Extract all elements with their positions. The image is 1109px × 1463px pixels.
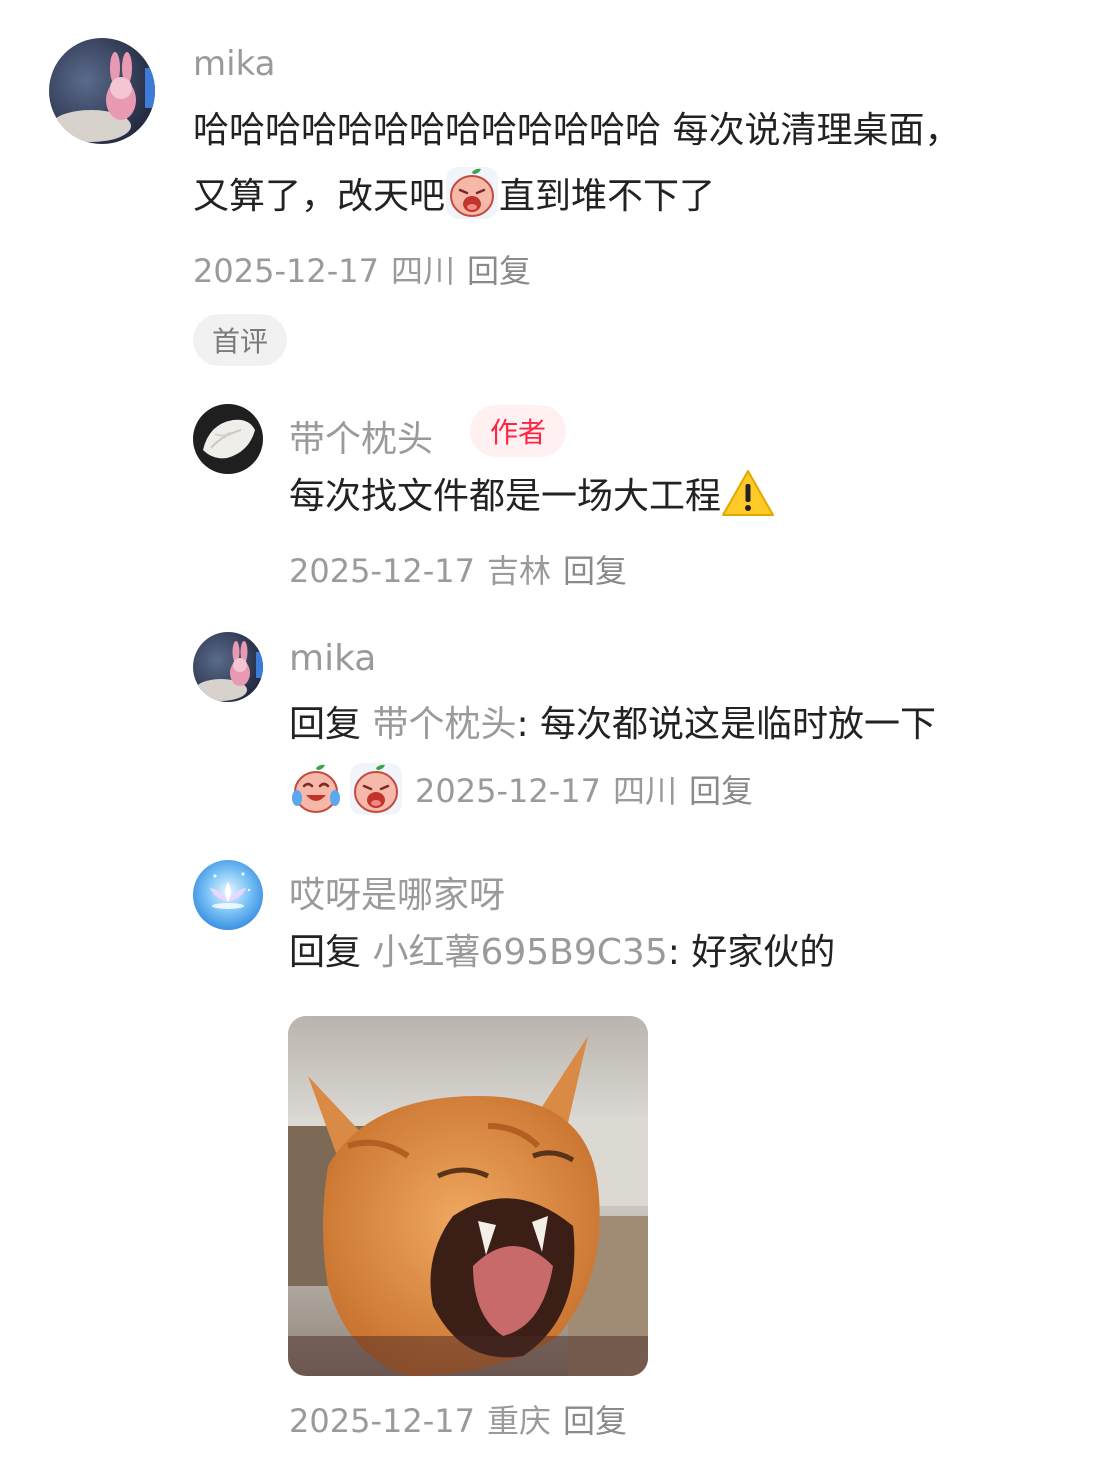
reply-date: 2025-12-17 <box>415 772 601 810</box>
reply-button[interactable]: 回复 <box>467 252 531 290</box>
avatar[interactable] <box>193 860 263 930</box>
author-tag: 作者 <box>470 405 566 457</box>
avatar[interactable] <box>193 632 263 702</box>
reply-meta: 2025-12-17 吉林 回复 <box>289 546 627 592</box>
reply-meta: 2025-12-17 四川 回复 <box>289 762 753 816</box>
reply-button[interactable]: 回复 <box>563 552 627 590</box>
reply-to-username[interactable]: 小红薯695B9C35 <box>372 932 667 973</box>
laughing-tears-peach-emoji-icon <box>289 762 343 816</box>
reply-text-body: 每次找文件都是一场大工程 <box>289 476 722 517</box>
comment-text-part: 直到堆不下了 <box>499 176 716 217</box>
reply-button[interactable]: 回复 <box>689 772 753 810</box>
avatar[interactable] <box>193 404 263 474</box>
comment-text-line-2: 又算了，改天吧 直到堆不下了 <box>193 164 715 230</box>
avatar[interactable] <box>49 38 155 144</box>
crying-peach-emoji-icon <box>349 762 403 816</box>
username[interactable]: 带个枕头 <box>289 410 433 462</box>
username[interactable]: mika <box>289 638 376 679</box>
comment-location: 四川 <box>390 252 455 290</box>
username[interactable]: mika <box>193 44 276 84</box>
reply-location: 四川 <box>612 772 677 810</box>
reply-prefix: 回复 <box>289 704 362 745</box>
crying-peach-emoji-icon <box>445 166 499 220</box>
reply-button[interactable]: 回复 <box>563 1402 627 1440</box>
reply-prefix: 回复 <box>289 932 362 973</box>
username[interactable]: 哎呀是哪家呀 <box>289 866 505 918</box>
reply-text: 回复 小红薯695B9C35: 好家伙的 <box>289 920 835 986</box>
warning-icon <box>721 468 775 518</box>
reply-location: 重庆 <box>486 1402 551 1440</box>
reply-text: 回复 带个枕头: 每次都说这是临时放一下 <box>289 692 936 758</box>
reply-date: 2025-12-17 <box>289 552 475 590</box>
reply-text-body: : 每次都说这是临时放一下 <box>516 704 937 745</box>
reply-text-body: : 好家伙的 <box>667 932 836 973</box>
reply-to-username[interactable]: 带个枕头 <box>372 704 516 745</box>
reply-location: 吉林 <box>486 552 551 590</box>
reply-text: 每次找文件都是一场大工程 <box>289 464 775 530</box>
comment-date: 2025-12-17 <box>193 252 379 290</box>
comment-meta: 2025-12-17 四川 回复 <box>193 246 531 292</box>
reply-date: 2025-12-17 <box>289 1402 475 1440</box>
reply-meta: 2025-12-17 重庆 回复 <box>289 1396 627 1442</box>
reply-image[interactable] <box>288 1016 648 1376</box>
comment-text-part: 又算了，改天吧 <box>193 176 446 217</box>
first-comment-badge: 首评 <box>193 314 287 366</box>
comment-text-line-1: 哈哈哈哈哈哈哈哈哈哈哈哈哈 每次说清理桌面， <box>193 110 961 151</box>
